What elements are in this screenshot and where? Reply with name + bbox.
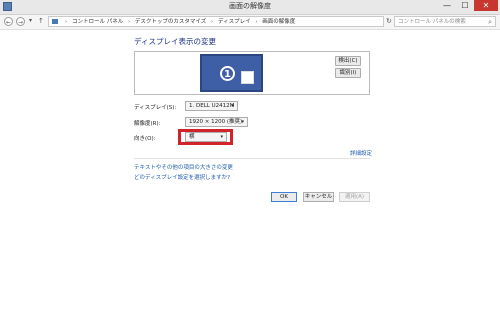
breadcrumb-separator: › xyxy=(211,19,214,25)
keypad-icon xyxy=(241,71,254,84)
breadcrumb-separator: › xyxy=(255,19,258,25)
display-select[interactable]: 1. DELL U2412M ▾ xyxy=(185,101,238,111)
address-bar: ← → ▾ ↑ › コントロール パネル › デスクトップのカスタマイズ › デ… xyxy=(0,15,500,30)
title-bar: 画面の解像度 — ☐ ✕ xyxy=(0,0,500,15)
breadcrumb-separator: › xyxy=(127,19,131,25)
orientation-label: 向き(O): xyxy=(134,136,156,142)
up-button[interactable]: ↑ xyxy=(38,17,44,25)
search-input[interactable]: コントロール パネルの検索 ⌕ xyxy=(394,16,496,27)
apply-button[interactable]: 適用(A) xyxy=(339,192,370,202)
breadcrumb-screen-resolution[interactable]: 画面の解像度 xyxy=(262,19,295,25)
breadcrumb-control-panel[interactable]: コントロール パネル xyxy=(72,19,123,25)
display-label: ディスプレイ(S): xyxy=(134,105,177,111)
cancel-button[interactable]: キャンセル xyxy=(303,192,334,202)
forward-button[interactable]: → xyxy=(16,17,25,26)
resolution-value: 1920 × 1200 (推奨) xyxy=(189,119,243,125)
resolution-label: 解像度(R): xyxy=(134,121,161,127)
display-value: 1. DELL U2412M xyxy=(189,103,235,109)
back-button[interactable]: ← xyxy=(4,17,13,26)
breadcrumb[interactable]: › コントロール パネル › デスクトップのカスタマイズ › ディスプレイ › … xyxy=(48,16,384,27)
display-settings-help-link[interactable]: どのディスプレイ設定を選択しますか? xyxy=(134,173,230,181)
identify-button[interactable]: 識別(I) xyxy=(335,68,361,78)
search-placeholder: コントロール パネルの検索 xyxy=(398,19,466,25)
maximize-button[interactable]: ☐ xyxy=(456,0,474,11)
close-button[interactable]: ✕ xyxy=(474,0,498,11)
search-icon[interactable]: ⌕ xyxy=(488,17,492,27)
monitor-1-icon[interactable]: 1 xyxy=(200,54,263,92)
minimize-button[interactable]: — xyxy=(438,0,456,11)
orientation-highlight-box xyxy=(178,129,233,145)
text-size-link[interactable]: テキストやその他の項目の大きさの変更 xyxy=(134,163,233,171)
recent-locations-dropdown[interactable]: ▾ xyxy=(29,17,32,24)
refresh-icon[interactable]: ↻ xyxy=(386,17,392,25)
breadcrumb-display[interactable]: ディスプレイ xyxy=(218,19,251,25)
control-panel-small-icon xyxy=(52,19,58,24)
ok-button[interactable]: OK xyxy=(271,192,297,202)
breadcrumb-separator: › xyxy=(65,19,68,25)
detect-button[interactable]: 検出(C) xyxy=(335,56,361,66)
chevron-down-icon: ▾ xyxy=(241,119,244,125)
resolution-select[interactable]: 1920 × 1200 (推奨) ▾ xyxy=(185,117,248,127)
page-title: ディスプレイ表示の変更 xyxy=(134,37,216,46)
window-title: 画面の解像度 xyxy=(229,2,271,10)
advanced-settings-link[interactable]: 詳細設定 xyxy=(350,149,372,157)
monitor-preview-panel: 1 検出(C) 識別(I) xyxy=(134,51,370,95)
divider xyxy=(134,158,370,159)
chevron-down-icon: ▾ xyxy=(231,103,234,109)
breadcrumb-personalization[interactable]: デスクトップのカスタマイズ xyxy=(135,19,206,25)
monitor-number: 1 xyxy=(220,66,235,81)
